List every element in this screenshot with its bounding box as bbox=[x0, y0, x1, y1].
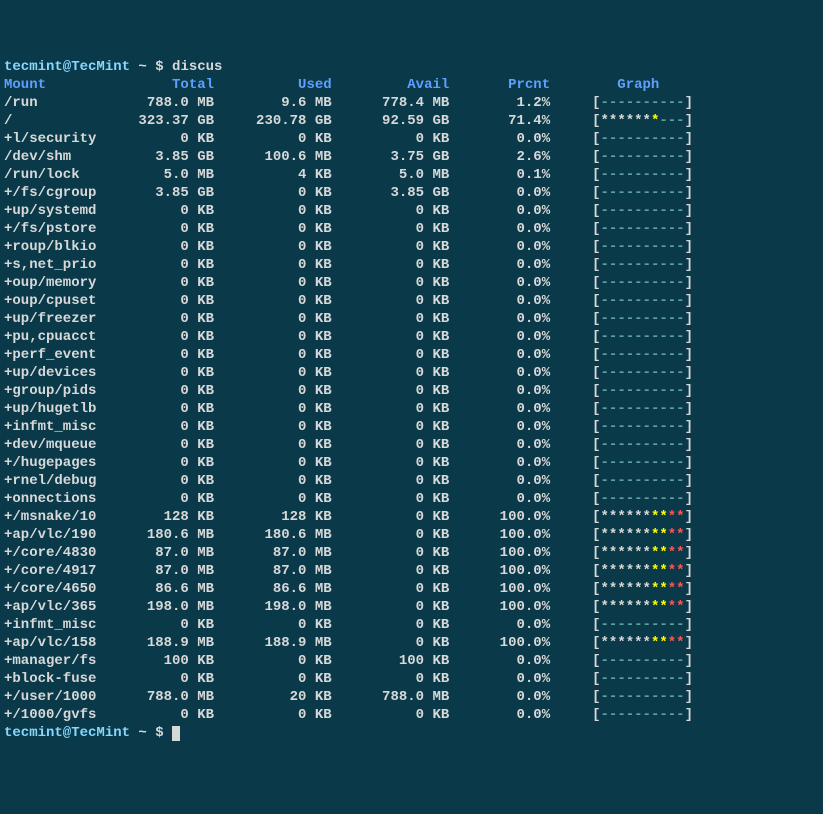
table-row: +roup/blkio 0 KB 0 KB 0 KB 0.0% [-------… bbox=[4, 238, 819, 256]
table-header: Mount Total Used Avail Prcnt Graph bbox=[4, 76, 819, 94]
table-row: +up/freezer 0 KB 0 KB 0 KB 0.0% [-------… bbox=[4, 310, 819, 328]
table-row: +/hugepages 0 KB 0 KB 0 KB 0.0% [-------… bbox=[4, 454, 819, 472]
table-row: +up/hugetlb 0 KB 0 KB 0 KB 0.0% [-------… bbox=[4, 400, 819, 418]
table-row: +oup/memory 0 KB 0 KB 0 KB 0.0% [-------… bbox=[4, 274, 819, 292]
table-row: /dev/shm 3.85 GB 100.6 MB 3.75 GB 2.6% [… bbox=[4, 148, 819, 166]
table-row: +/core/4650 86.6 MB 86.6 MB 0 KB 100.0% … bbox=[4, 580, 819, 598]
table-row: +onnections 0 KB 0 KB 0 KB 0.0% [-------… bbox=[4, 490, 819, 508]
table-row: +/core/4830 87.0 MB 87.0 MB 0 KB 100.0% … bbox=[4, 544, 819, 562]
table-row: +ap/vlc/190 180.6 MB 180.6 MB 0 KB 100.0… bbox=[4, 526, 819, 544]
table-row: +manager/fs 100 KB 0 KB 100 KB 0.0% [---… bbox=[4, 652, 819, 670]
prompt-line[interactable]: tecmint@TecMint ~ $ bbox=[4, 724, 819, 742]
table-row: +/fs/pstore 0 KB 0 KB 0 KB 0.0% [-------… bbox=[4, 220, 819, 238]
table-row: +group/pids 0 KB 0 KB 0 KB 0.0% [-------… bbox=[4, 382, 819, 400]
table-row: +pu,cpuacct 0 KB 0 KB 0 KB 0.0% [-------… bbox=[4, 328, 819, 346]
table-row: +/1000/gvfs 0 KB 0 KB 0 KB 0.0% [-------… bbox=[4, 706, 819, 724]
table-row: +oup/cpuset 0 KB 0 KB 0 KB 0.0% [-------… bbox=[4, 292, 819, 310]
terminal-output[interactable]: tecmint@TecMint ~ $ discusMount Total Us… bbox=[4, 58, 819, 742]
table-row: +/core/4917 87.0 MB 87.0 MB 0 KB 100.0% … bbox=[4, 562, 819, 580]
table-row: +up/devices 0 KB 0 KB 0 KB 0.0% [-------… bbox=[4, 364, 819, 382]
table-row: +rnel/debug 0 KB 0 KB 0 KB 0.0% [-------… bbox=[4, 472, 819, 490]
prompt-line: tecmint@TecMint ~ $ discus bbox=[4, 58, 819, 76]
table-row: / 323.37 GB 230.78 GB 92.59 GB 71.4% [**… bbox=[4, 112, 819, 130]
table-row: +s,net_prio 0 KB 0 KB 0 KB 0.0% [-------… bbox=[4, 256, 819, 274]
table-row: +up/systemd 0 KB 0 KB 0 KB 0.0% [-------… bbox=[4, 202, 819, 220]
table-row: /run/lock 5.0 MB 4 KB 5.0 MB 0.1% [-----… bbox=[4, 166, 819, 184]
table-row: +infmt_misc 0 KB 0 KB 0 KB 0.0% [-------… bbox=[4, 616, 819, 634]
table-row: +l/security 0 KB 0 KB 0 KB 0.0% [-------… bbox=[4, 130, 819, 148]
table-row: /run 788.0 MB 9.6 MB 778.4 MB 1.2% [----… bbox=[4, 94, 819, 112]
table-row: +ap/vlc/158 188.9 MB 188.9 MB 0 KB 100.0… bbox=[4, 634, 819, 652]
table-row: +infmt_misc 0 KB 0 KB 0 KB 0.0% [-------… bbox=[4, 418, 819, 436]
table-row: +block-fuse 0 KB 0 KB 0 KB 0.0% [-------… bbox=[4, 670, 819, 688]
table-row: +dev/mqueue 0 KB 0 KB 0 KB 0.0% [-------… bbox=[4, 436, 819, 454]
cursor-icon bbox=[172, 726, 180, 741]
table-row: +/msnake/10 128 KB 128 KB 0 KB 100.0% [*… bbox=[4, 508, 819, 526]
table-row: +/user/1000 788.0 MB 20 KB 788.0 MB 0.0%… bbox=[4, 688, 819, 706]
table-row: +perf_event 0 KB 0 KB 0 KB 0.0% [-------… bbox=[4, 346, 819, 364]
table-row: +/fs/cgroup 3.85 GB 0 KB 3.85 GB 0.0% [-… bbox=[4, 184, 819, 202]
table-row: +ap/vlc/365 198.0 MB 198.0 MB 0 KB 100.0… bbox=[4, 598, 819, 616]
